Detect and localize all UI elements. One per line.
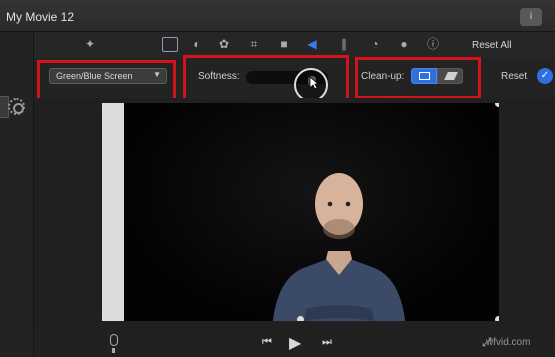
speed-icon[interactable]: ◔	[367, 37, 383, 52]
reset-all-button[interactable]: Reset All	[472, 40, 511, 51]
title-bar: My Movie 12 i	[0, 0, 555, 32]
crop-handle-bottom-center[interactable]	[297, 316, 304, 321]
palette-icon[interactable]: ✿	[216, 37, 232, 52]
crop-handle-bottom-left[interactable]	[102, 316, 106, 321]
window-title: My Movie 12	[6, 10, 75, 24]
white-background-strip	[102, 103, 124, 321]
equalizer-icon[interactable]: ∥	[336, 37, 352, 52]
skip-forward-icon[interactable]: ⏭	[322, 336, 332, 349]
microphone-icon[interactable]	[110, 334, 118, 353]
app-window: My Movie 12 i ✦ ◐ ✿ ⌗ ■ ◀ ∥ ◔ ● ⓘ Reset …	[0, 0, 555, 357]
play-icon[interactable]: ▶	[289, 333, 301, 353]
presenter-figure	[272, 173, 406, 321]
crop-handle-bottom-right[interactable]	[495, 316, 499, 321]
skip-back-icon[interactable]: ⏮	[262, 336, 272, 349]
watermark: wfvid.com	[486, 337, 531, 348]
reset-button[interactable]: Reset	[501, 71, 527, 82]
video-frame[interactable]	[102, 103, 499, 321]
crop-icon[interactable]: ⌗	[246, 37, 262, 52]
color-circles-icon[interactable]: ●	[396, 37, 412, 52]
magic-wand-icon[interactable]: ✦	[82, 37, 98, 52]
crop-handle-top-right[interactable]	[495, 103, 499, 107]
highlight-box-cleanup	[355, 57, 481, 99]
left-panel-edge	[0, 32, 34, 357]
info-icon[interactable]: ⓘ	[425, 37, 441, 52]
apply-check-icon[interactable]: ✓	[537, 68, 553, 84]
info-icon[interactable]: i	[520, 8, 542, 26]
highlight-box-softness	[183, 55, 349, 102]
gear-icon[interactable]	[8, 98, 25, 115]
crop-frame-icon[interactable]	[162, 37, 178, 52]
speaker-icon[interactable]: ◀	[304, 37, 320, 52]
playback-bar: ⏮ ▶ ⏭ ⤢	[34, 330, 555, 357]
color-balance-icon[interactable]: ◐	[189, 37, 205, 52]
video-viewer	[34, 98, 555, 330]
camera-icon[interactable]: ■	[276, 37, 292, 52]
